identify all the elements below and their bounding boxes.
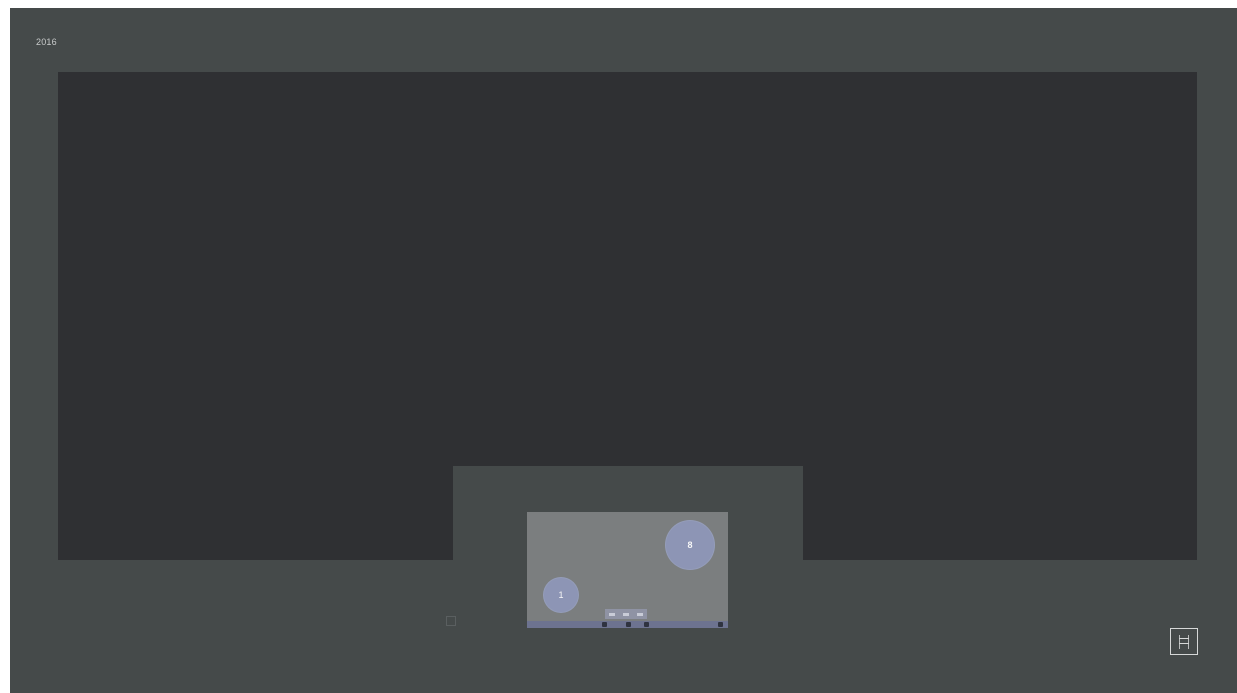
preview-bottom-dot-4 — [718, 622, 723, 627]
square-icon — [446, 616, 456, 626]
preview-badge-right-label: 8 — [687, 540, 693, 550]
preview-badge-left-label: 1 — [558, 590, 564, 600]
document-icon-button[interactable] — [1170, 628, 1198, 655]
preview-badge-left[interactable]: 1 — [543, 577, 579, 613]
mini-toolbar-segment-1 — [609, 612, 615, 616]
mini-toolbar-segment-3 — [637, 612, 643, 616]
preview-badge-right[interactable]: 8 — [665, 520, 715, 570]
preview-bottom-dot-3 — [644, 622, 649, 627]
preview-bottom-dot-2 — [626, 622, 631, 627]
preview-mini-toolbar[interactable] — [605, 609, 647, 619]
document-icon — [1179, 634, 1189, 649]
mini-toolbar-segment-2 — [623, 612, 629, 616]
top-left-label: 2016 — [36, 37, 57, 47]
preview-bottom-dot-1 — [602, 622, 607, 627]
app-frame: 2016 1 8 — [10, 8, 1237, 693]
preview-panel[interactable]: 1 8 — [527, 512, 728, 628]
preview-bottom-bar — [527, 621, 728, 628]
